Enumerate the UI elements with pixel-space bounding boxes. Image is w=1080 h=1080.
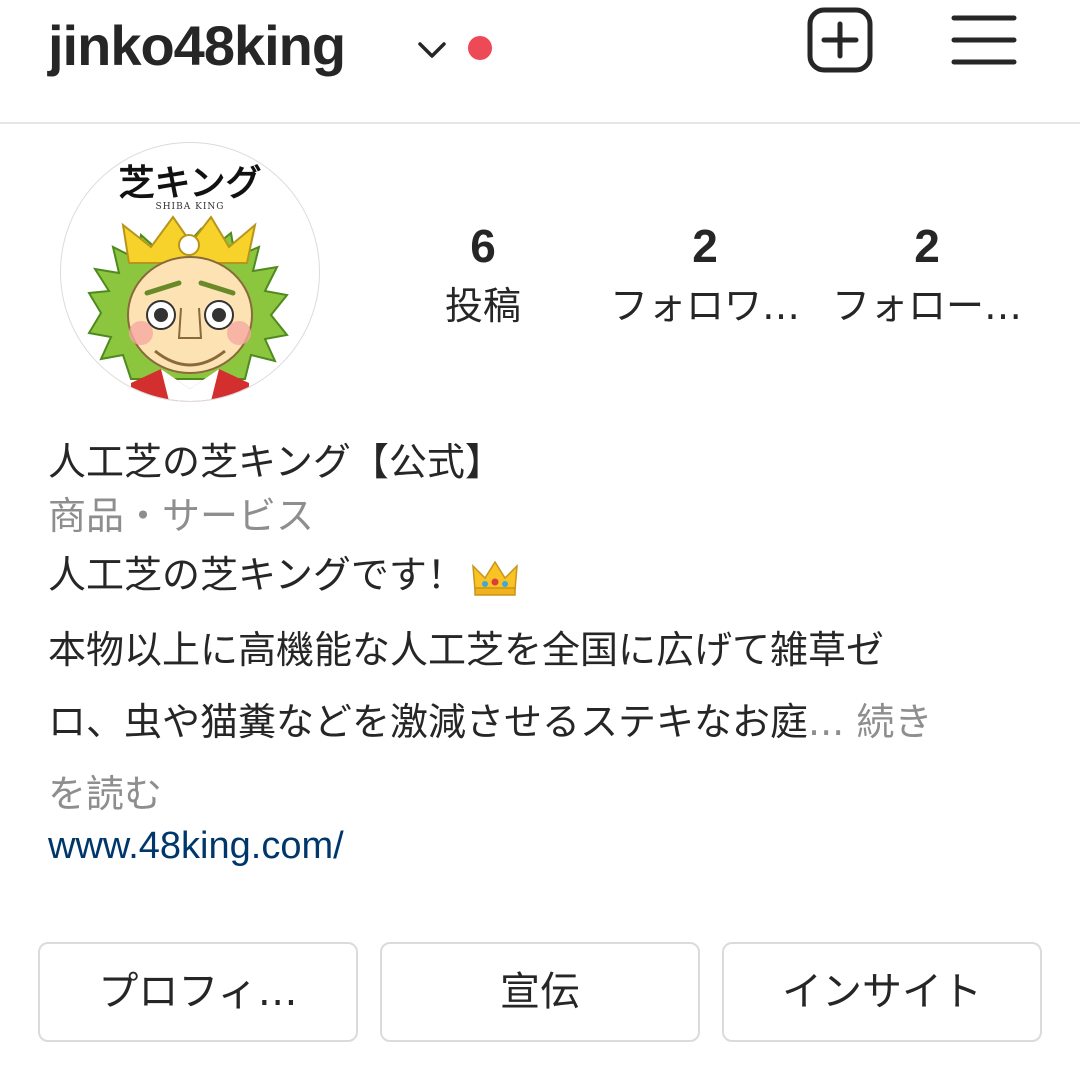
username-switcher[interactable]: jinko48king [48, 6, 346, 86]
new-post-icon[interactable] [806, 6, 874, 74]
profile-page: jinko48king 芝キング SHIBA KING 6 投稿 2 フォロワ…… [0, 0, 1080, 1080]
promote-button[interactable]: 宣伝 [380, 942, 700, 1042]
website-link[interactable]: www.48king.com/ [48, 818, 1038, 874]
chevron-down-icon[interactable] [412, 30, 452, 70]
edit-profile-button[interactable]: プロフィ… [38, 942, 358, 1042]
profile-avatar[interactable]: 芝キング SHIBA KING [60, 142, 320, 402]
bio-desc-text-2: ロ、虫や猫糞などを激減させるステキなお庭 [48, 700, 809, 744]
profile-display-name: 人工芝の芝キング【公式】 [48, 440, 503, 484]
notification-dot [468, 36, 492, 60]
bio-intro: 人工芝の芝キングです！ [48, 546, 1038, 604]
insights-button[interactable]: インサイト [722, 942, 1042, 1042]
svg-text:SHIBA KING: SHIBA KING [156, 202, 225, 212]
svg-text:芝キング: 芝キング [119, 162, 262, 204]
bio-ellipsis: ... [808, 700, 845, 744]
stat-posts[interactable]: 6 投稿 [378, 216, 588, 336]
bio-intro-text: 人工芝の芝キングです！ [48, 553, 465, 597]
crown-emoji-icon [471, 560, 518, 596]
bio-desc-line-2: ロ、虫や猫糞などを激減させるステキなお庭... 続き [48, 686, 1038, 758]
read-more-link[interactable]: 続き [844, 700, 932, 744]
stat-followers-count: 2 [692, 220, 718, 272]
profile-header: jinko48king [0, 0, 1080, 124]
bio-description: 本物以上に高機能な人工芝を全国に広げて雑草ゼ ロ、虫や猫糞などを激減させるステキ… [48, 614, 1038, 830]
stat-following-label: フォロー… [831, 284, 1022, 328]
stat-posts-label: 投稿 [444, 284, 521, 328]
bio-desc-line-1: 本物以上に高機能な人工芝を全国に広げて雑草ゼ [48, 628, 885, 672]
stat-following-count: 2 [914, 220, 940, 272]
stat-followers-label: フォロワ… [609, 284, 800, 328]
stat-following[interactable]: 2 フォロー… [822, 216, 1032, 336]
shiba-king-logo: 芝キング SHIBA KING [87, 162, 289, 401]
profile-category: 商品・サービス [48, 494, 315, 538]
stat-posts-count: 6 [470, 220, 496, 272]
stat-followers[interactable]: 2 フォロワ… [600, 216, 810, 336]
menu-icon[interactable] [950, 10, 1018, 70]
